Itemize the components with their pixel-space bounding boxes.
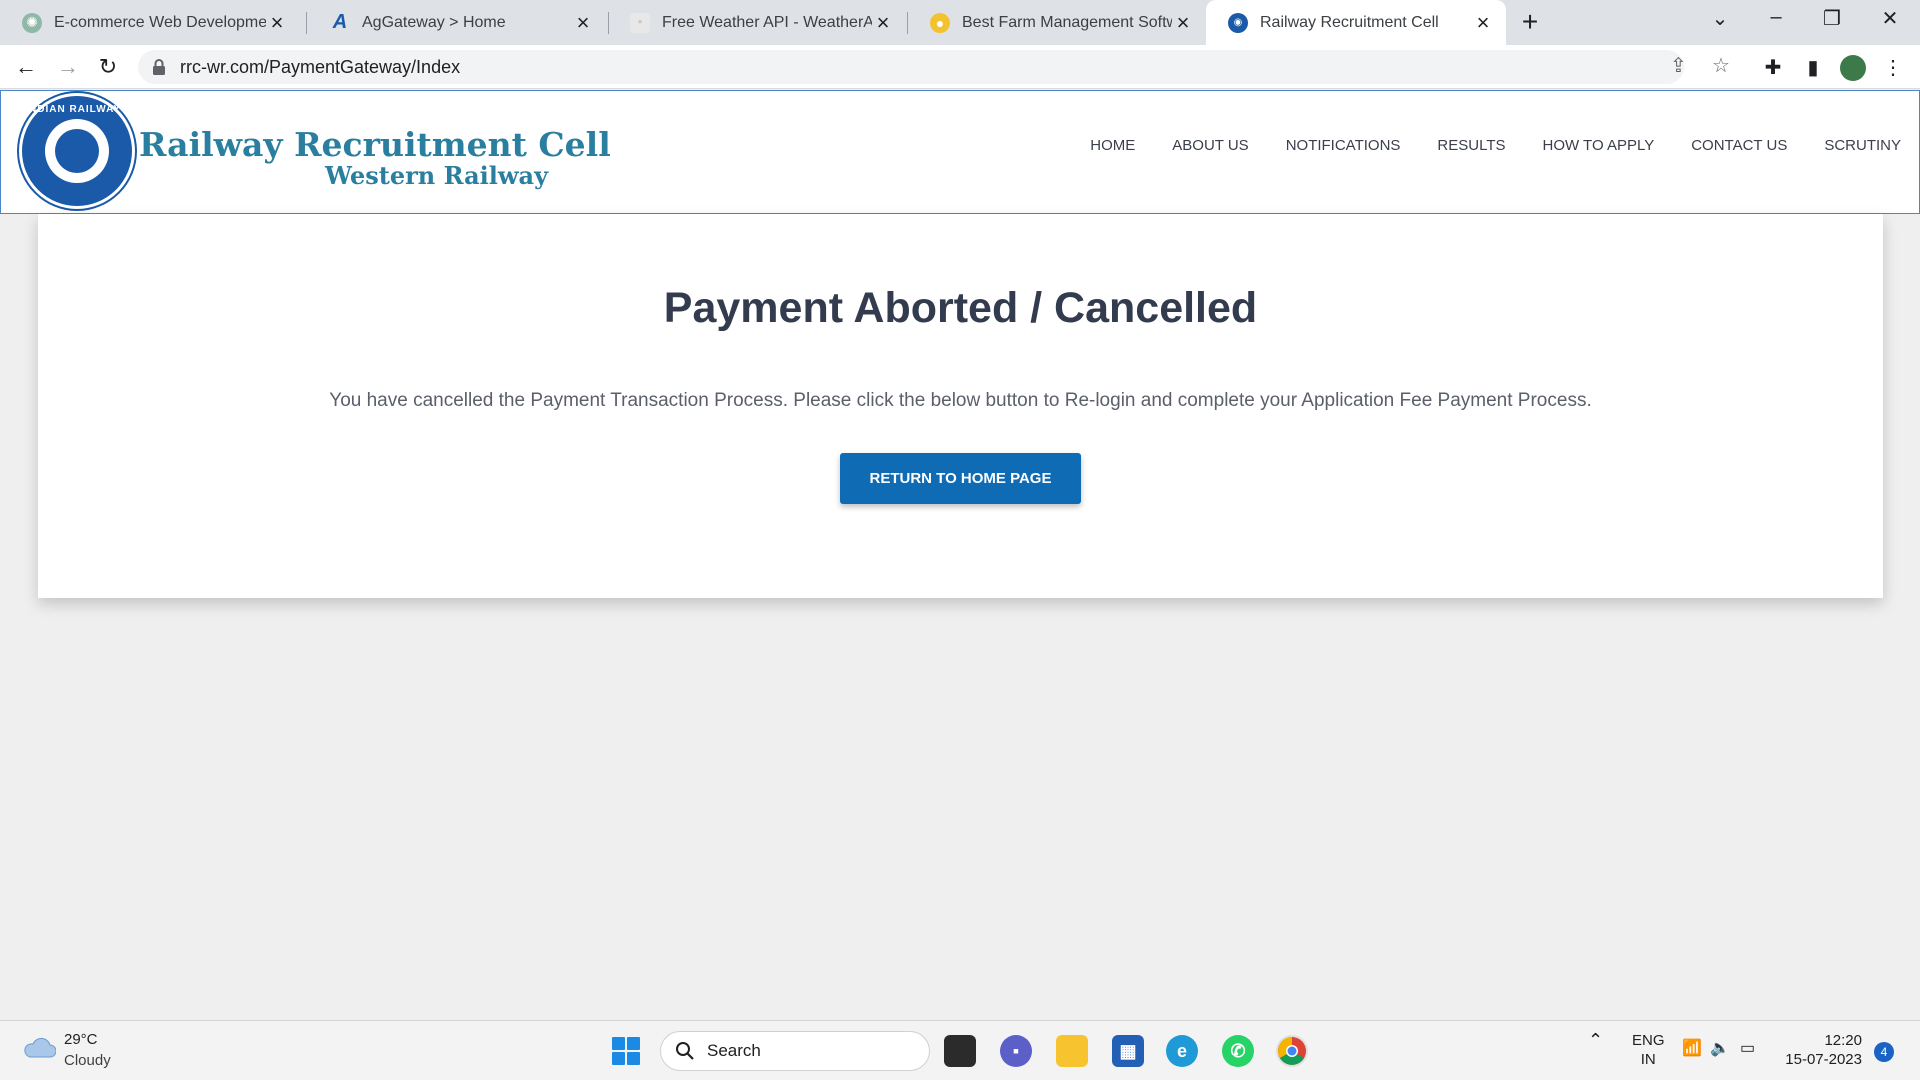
site-header: INDIAN RAILWAYS Railway Recruitment Cell…	[0, 90, 1920, 214]
window-close-icon[interactable]: ✕	[1870, 6, 1910, 36]
nav-scrutiny[interactable]: SCRUTINY	[1824, 137, 1901, 154]
region-code: IN	[1640, 1051, 1656, 1068]
nav-contact-us[interactable]: CONTACT US	[1691, 137, 1787, 154]
logo-text: INDIAN RAILWAYS	[25, 104, 129, 115]
edge-icon[interactable]: e	[1166, 1035, 1198, 1067]
tab-title: Free Weather API - WeatherAPI.c	[662, 13, 872, 31]
browser-tabstrip: ✺ E-commerce Web Development × A AgGatew…	[0, 0, 1920, 45]
logo-emblem	[45, 119, 109, 183]
close-icon[interactable]: ×	[1472, 10, 1494, 35]
back-icon[interactable]: ←	[10, 51, 42, 83]
tab-title: E-commerce Web Development	[54, 13, 266, 31]
restore-icon[interactable]: ❐	[1812, 6, 1852, 36]
notification-badge[interactable]: 4	[1874, 1042, 1894, 1062]
profile-avatar[interactable]	[1840, 55, 1866, 81]
tab-aggateway[interactable]: A AgGateway > Home ×	[308, 0, 606, 45]
close-icon[interactable]: ×	[872, 10, 894, 35]
weatherapi-icon: ▫	[630, 12, 650, 33]
nav-about-us[interactable]: ABOUT US	[1172, 137, 1248, 154]
browser-toolbar: ← → ↻ rrc-wr.com/PaymentGateway/Index ⇪ …	[0, 45, 1920, 89]
nav-how-to-apply[interactable]: HOW TO APPLY	[1543, 137, 1655, 154]
bookmark-star-icon[interactable]: ☆	[1712, 53, 1730, 78]
status-message: You have cancelled the Payment Transacti…	[329, 390, 1592, 411]
site-title: Railway Recruitment Cell	[139, 125, 611, 164]
extensions-icon[interactable]: ✚	[1760, 55, 1786, 81]
weather-condition[interactable]: Cloudy	[64, 1052, 111, 1069]
clock-time: 12:20	[1824, 1032, 1862, 1049]
return-home-button[interactable]: RETURN TO HOME PAGE	[840, 453, 1081, 504]
weather-temperature[interactable]: 29°C	[64, 1031, 98, 1048]
indian-railways-logo[interactable]: INDIAN RAILWAYS	[19, 93, 135, 209]
side-panel-icon[interactable]: ▮	[1800, 55, 1826, 81]
volume-icon[interactable]: 🔈	[1710, 1039, 1730, 1058]
battery-icon[interactable]: ▭	[1740, 1039, 1755, 1058]
cloud-icon[interactable]	[22, 1037, 56, 1059]
microsoft-store-icon[interactable]: ▦	[1112, 1035, 1144, 1067]
nav-results[interactable]: RESULTS	[1437, 137, 1505, 154]
main-nav: HOME ABOUT US NOTIFICATIONS RESULTS HOW …	[1053, 137, 1901, 154]
close-icon[interactable]: ×	[572, 10, 594, 35]
tab-title: AgGateway > Home	[362, 13, 506, 31]
clock[interactable]: 12:20 15-07-2023	[1780, 1031, 1862, 1069]
language-indicator[interactable]: ENG IN	[1632, 1031, 1665, 1069]
tab-railway[interactable]: ◉ Railway Recruitment Cell ×	[1206, 0, 1506, 45]
file-explorer-icon[interactable]	[1056, 1035, 1088, 1067]
close-icon[interactable]: ×	[1172, 10, 1194, 35]
nav-home[interactable]: HOME	[1090, 137, 1135, 154]
taskbar: 29°C Cloudy Search ▪ ▦ e ✆ ⌃ ENG IN 📶 🔈 …	[0, 1020, 1920, 1080]
chatgpt-icon: ✺	[22, 12, 42, 33]
site-subtitle: Western Railway	[325, 161, 549, 190]
new-tab-button[interactable]: +	[1515, 8, 1545, 38]
address-bar[interactable]: rrc-wr.com/PaymentGateway/Index	[138, 50, 1684, 84]
share-icon[interactable]: ⇪	[1670, 53, 1687, 78]
tab-ecommerce[interactable]: ✺ E-commerce Web Development ×	[0, 0, 300, 45]
page-title: Payment Aborted / Cancelled	[663, 284, 1258, 332]
tab-farm[interactable]: ● Best Farm Management Software ×	[908, 0, 1206, 45]
windows-start-icon[interactable]	[612, 1037, 640, 1065]
task-view-icon[interactable]	[944, 1035, 976, 1067]
clock-date: 15-07-2023	[1785, 1051, 1862, 1068]
tab-search-icon[interactable]: ⌄	[1700, 6, 1740, 36]
nav-notifications[interactable]: NOTIFICATIONS	[1286, 137, 1401, 154]
payment-status-card: Payment Aborted / Cancelled You have can…	[38, 214, 1883, 598]
chrome-icon[interactable]	[1276, 1035, 1308, 1067]
aggateway-icon: A	[332, 11, 348, 33]
tab-weatherapi[interactable]: ▫ Free Weather API - WeatherAPI.c ×	[608, 0, 906, 45]
teams-chat-icon[interactable]: ▪	[1000, 1035, 1032, 1067]
url-text: rrc-wr.com/PaymentGateway/Index	[180, 56, 461, 77]
railway-icon: ◉	[1228, 12, 1248, 33]
reload-icon[interactable]: ↻	[92, 51, 124, 83]
close-icon[interactable]: ×	[266, 10, 288, 35]
tab-divider	[306, 12, 307, 34]
show-hidden-icons[interactable]: ⌃	[1588, 1031, 1603, 1050]
search-label: Search	[707, 1041, 761, 1060]
tab-title: Best Farm Management Software	[962, 13, 1172, 31]
menu-icon[interactable]: ⋮	[1880, 55, 1906, 81]
taskbar-search[interactable]: Search	[660, 1031, 930, 1071]
lock-icon	[152, 59, 166, 75]
wifi-icon[interactable]: 📶	[1682, 1039, 1702, 1058]
whatsapp-icon[interactable]: ✆	[1222, 1035, 1254, 1067]
farm-icon: ●	[930, 12, 950, 33]
minimize-icon[interactable]: –	[1756, 6, 1796, 36]
tab-title: Railway Recruitment Cell	[1260, 13, 1439, 31]
search-icon	[676, 1042, 694, 1060]
language-code: ENG	[1632, 1032, 1665, 1049]
forward-icon[interactable]: →	[52, 51, 84, 83]
